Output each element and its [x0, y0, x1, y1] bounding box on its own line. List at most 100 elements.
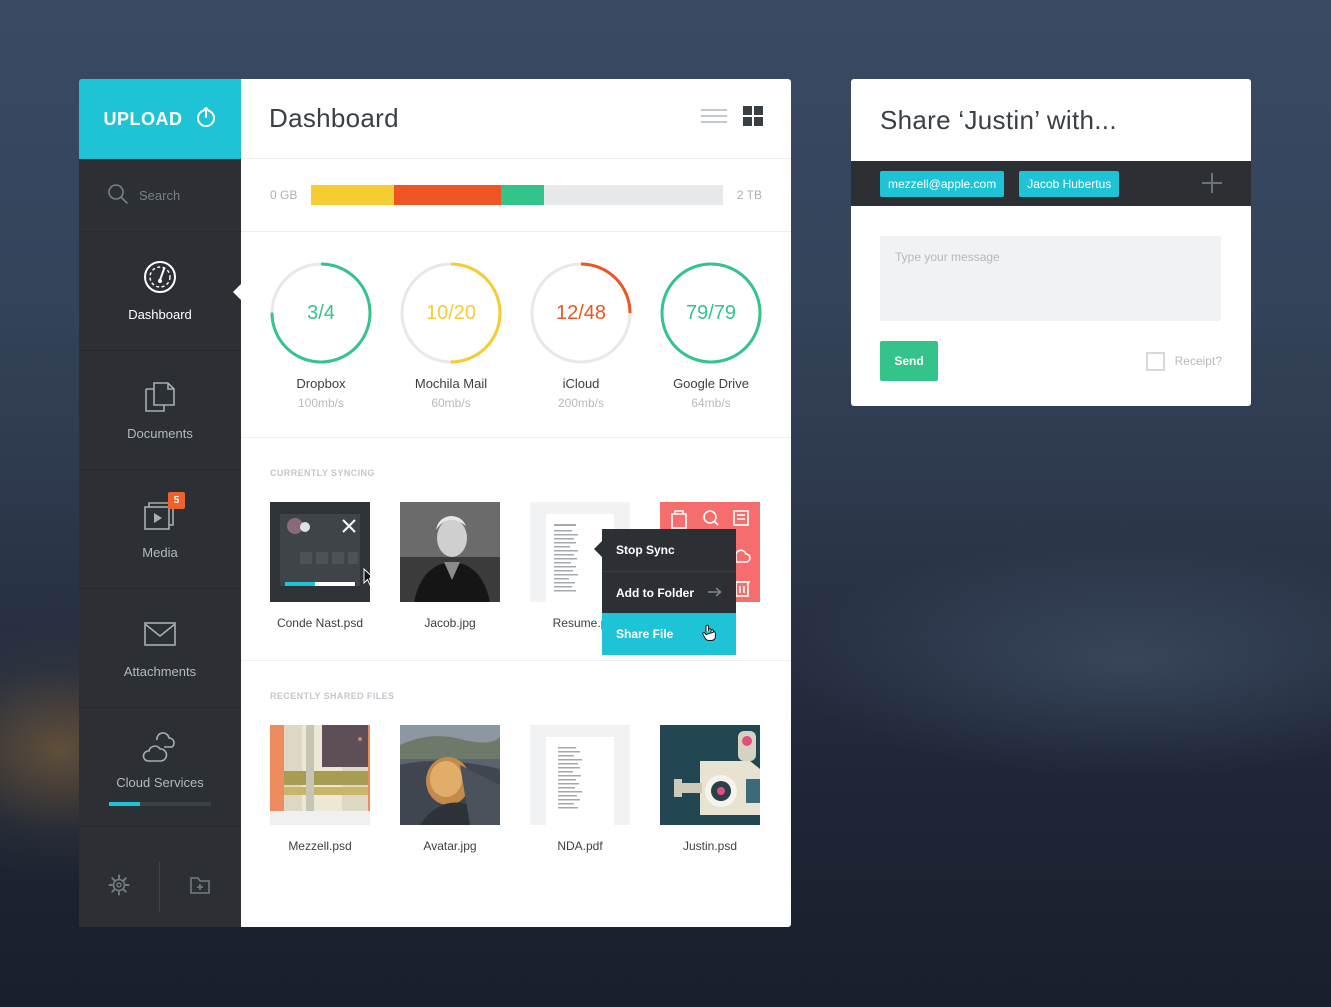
service-mochila-mail[interactable]: 10/20 Mochila Mail 60mb/s [400, 262, 502, 437]
new-folder-button[interactable] [160, 847, 240, 927]
cloud-usage-fill [109, 802, 140, 806]
menu-item-add-to-folder[interactable]: Add to Folder [602, 571, 736, 613]
add-recipient-icon[interactable] [1202, 173, 1222, 198]
share-header: Share ‘Justin’ with... [851, 79, 1251, 161]
storage-segment [393, 185, 501, 205]
service-ring: 3/4 [270, 262, 372, 364]
sidebar-item-cloud-services[interactable]: Cloud Services [79, 708, 241, 827]
recipient-chip[interactable]: mezzell@apple.com [880, 170, 1005, 197]
file-thumbnail-justin[interactable] [660, 725, 760, 825]
storage-segment [311, 185, 394, 205]
file-name: Justin.psd [682, 839, 738, 853]
search-placeholder: Search [139, 187, 181, 203]
service-speed: 64mb/s [691, 396, 731, 410]
gear-icon [108, 874, 130, 901]
service-google-drive[interactable]: 79/79 Google Drive 64mb/s [660, 262, 762, 437]
service-value: 10/20 [425, 301, 477, 324]
sidebar-footer [79, 847, 241, 927]
file-tile[interactable]: Justin.psd [660, 725, 760, 853]
cloud-usage-progress [109, 802, 211, 806]
service-ring: 12/48 [530, 262, 632, 364]
recently-shared-section: RECENTLY SHARED FILES Mezzell.psd Avatar… [241, 661, 791, 853]
file-thumbnail-mezzell[interactable] [270, 725, 370, 825]
storage-max-label: 2 TB [736, 188, 762, 202]
receipt-label: Receipt? [1174, 354, 1222, 368]
sidebar-search[interactable]: Search [79, 159, 241, 232]
upload-button[interactable]: UPLOAD [79, 79, 241, 159]
sidebar-item-label: Attachments [123, 664, 197, 679]
file-name: Resume.p [552, 616, 608, 630]
file-tile[interactable]: Conde Nast.psd [270, 502, 370, 630]
service-name: Dropbox [296, 376, 346, 391]
sidebar-item-documents[interactable]: Documents [79, 351, 241, 470]
settings-button[interactable] [79, 847, 159, 927]
menu-item-stop-sync[interactable]: Stop Sync [602, 529, 736, 571]
service-speed: 100mb/s [297, 396, 345, 410]
hand-pointer-icon [702, 624, 716, 645]
service-dropbox[interactable]: 3/4 Dropbox 100mb/s [270, 262, 372, 437]
grid-view-icon[interactable] [743, 106, 763, 131]
close-icon[interactable] [342, 519, 356, 538]
file-context-menu: Stop Sync Add to Folder Share File [594, 529, 736, 655]
service-speed: 60mb/s [431, 396, 471, 410]
upload-label: UPLOAD [103, 108, 183, 129]
receipt-checkbox[interactable] [1145, 351, 1165, 371]
share-actions: Send Receipt? [880, 341, 1222, 381]
file-thumbnail-nda[interactable] [530, 725, 630, 825]
gauge-icon [143, 260, 177, 297]
menu-item-label: Share File [616, 627, 674, 641]
sidebar-item-label: Dashboard [128, 307, 192, 322]
recipients-bar: mezzell@apple.com Jacob Hubertus [851, 161, 1251, 206]
receipt-toggle[interactable]: Receipt? [1145, 351, 1222, 371]
section-title: RECENTLY SHARED FILES [270, 691, 395, 701]
sidebar-item-label: Media [142, 545, 178, 560]
service-name: Mochila Mail [414, 376, 488, 391]
sidebar-item-dashboard[interactable]: Dashboard [79, 232, 241, 351]
storage-bar [311, 185, 723, 205]
envelope-icon [143, 617, 177, 654]
page-title: Dashboard [269, 103, 399, 133]
menu-item-label: Add to Folder [616, 585, 694, 600]
file-tile[interactable]: NDA.pdf [530, 725, 630, 853]
menu-item-label: Stop Sync [616, 543, 675, 557]
file-thumbnail-jacob[interactable] [400, 502, 500, 602]
shared-files: Mezzell.psd Avatar.jpg NDA.pdf Justin.ps… [270, 725, 762, 853]
share-panel: Share ‘Justin’ with... mezzell@apple.com… [851, 79, 1251, 406]
list-view-icon[interactable] [701, 109, 727, 128]
file-tile[interactable]: Mezzell.psd [270, 725, 370, 853]
dashboard-header: Dashboard [241, 79, 791, 159]
services-row: 3/4 Dropbox 100mb/s 10/20 Mochila Mail 6… [241, 232, 791, 438]
sidebar: UPLOAD Search Dashboard Documents 5 Medi… [79, 79, 241, 927]
send-button[interactable]: Send [880, 341, 938, 381]
service-value: 79/79 [685, 301, 737, 324]
file-tile[interactable]: Jacob.jpg [400, 502, 500, 630]
service-ring: 79/79 [660, 262, 762, 364]
sidebar-item-label: Cloud Services [116, 775, 204, 790]
sidebar-item-media[interactable]: 5 Media [79, 470, 241, 589]
file-name: Mezzell.psd [288, 839, 352, 853]
recipient-chip[interactable]: Jacob Hubertus [1019, 170, 1120, 197]
file-name: Jacob.jpg [424, 616, 476, 630]
service-name: Google Drive [673, 376, 749, 391]
cloud-icon [142, 728, 178, 767]
menu-item-share-file[interactable]: Share File [602, 613, 736, 655]
storage-usage: 0 GB 2 TB [241, 159, 791, 232]
arrow-right-icon [708, 586, 722, 600]
search-icon [107, 183, 129, 208]
service-value: 12/48 [555, 301, 607, 324]
share-title: Share ‘Justin’ with... [880, 104, 1117, 135]
file-name: Conde Nast.psd [276, 616, 364, 630]
file-name: Avatar.jpg [423, 839, 477, 853]
media-count-badge: 5 [168, 492, 185, 509]
storage-segment [500, 185, 544, 205]
sidebar-item-attachments[interactable]: Attachments [79, 589, 241, 708]
service-ring: 10/20 [400, 262, 502, 364]
file-thumbnail-conde-nast[interactable] [270, 502, 370, 602]
service-icloud[interactable]: 12/48 iCloud 200mb/s [530, 262, 632, 437]
folder-plus-icon [189, 874, 211, 901]
file-thumbnail-avatar[interactable] [400, 725, 500, 825]
view-toggle [701, 106, 763, 131]
service-value: 3/4 [307, 301, 335, 324]
message-input[interactable] [880, 236, 1221, 321]
file-tile[interactable]: Avatar.jpg [400, 725, 500, 853]
